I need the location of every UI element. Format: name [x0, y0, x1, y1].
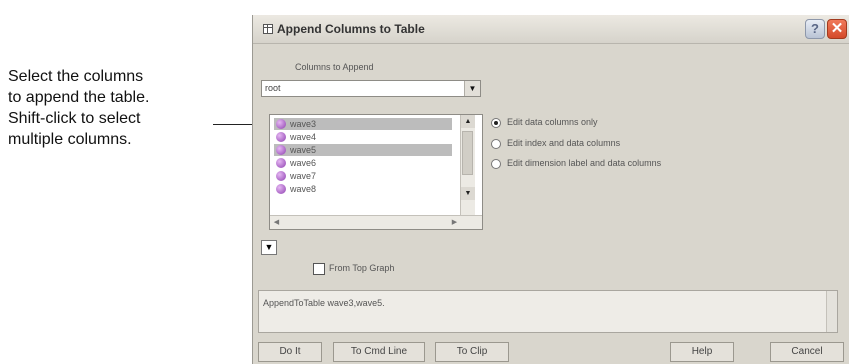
callout-line: Select the columns	[8, 68, 144, 85]
help-button[interactable]: Help	[670, 342, 734, 362]
title-bar[interactable]: Append Columns to Table ? ✕	[253, 15, 849, 44]
data-folder-select[interactable]: root ▼	[261, 80, 481, 97]
callout-line: multiple columns.	[8, 131, 132, 148]
wave-label: wave8	[290, 184, 317, 194]
wave-label: wave4	[290, 132, 317, 142]
wave-label: wave7	[290, 171, 317, 181]
wave-icon	[276, 132, 286, 142]
wave-label: wave6	[290, 158, 317, 168]
append-columns-dialog: Append Columns to Table ? ✕ Columns to A…	[252, 15, 849, 364]
wave-icon	[276, 184, 286, 194]
from-top-graph-checkbox[interactable]	[313, 263, 325, 275]
radio-label: Edit index and data columns	[507, 138, 621, 148]
columns-to-append-label: Columns to Append	[295, 62, 374, 72]
radio-button[interactable]	[491, 159, 501, 169]
from-top-graph-label: From Top Graph	[329, 263, 395, 273]
wave-icon	[276, 158, 286, 168]
callout-text: Select the columns to append the table. …	[8, 66, 208, 150]
to-cmd-line-button[interactable]: To Cmd Line	[333, 342, 425, 362]
command-preview[interactable]: AppendToTable wave3,wave5.	[258, 290, 838, 333]
list-item[interactable]: wave7	[274, 170, 452, 182]
do-it-button[interactable]: Do It	[258, 342, 322, 362]
expand-arrow-icon[interactable]: ▼	[261, 240, 277, 255]
question-icon[interactable]: ?	[805, 19, 825, 39]
chevron-down-icon[interactable]: ▼	[464, 81, 480, 96]
scroll-down-arrow-icon[interactable]: ▼	[461, 187, 475, 200]
radio-button[interactable]	[491, 139, 501, 149]
close-icon[interactable]: ✕	[827, 19, 847, 39]
scroll-left-arrow-icon[interactable]: ◀	[270, 216, 283, 229]
list-horizontal-scrollbar[interactable]: ◀ ▶	[270, 215, 482, 229]
cancel-button[interactable]: Cancel	[770, 342, 844, 362]
list-item[interactable]: wave6	[274, 157, 452, 169]
radio-label: Edit dimension label and data columns	[507, 158, 662, 168]
callout-line: to append the table.	[8, 89, 150, 106]
list-item[interactable]: wave4	[274, 131, 452, 143]
radio-label: Edit data columns only	[507, 117, 598, 127]
scroll-thumb[interactable]	[462, 131, 473, 175]
data-folder-value: root	[265, 83, 281, 93]
list-vertical-scrollbar[interactable]: ▲ ▼	[460, 115, 475, 215]
radio-button[interactable]	[491, 118, 501, 128]
wave-icon	[276, 171, 286, 181]
scroll-up-arrow-icon[interactable]: ▲	[461, 115, 475, 128]
to-clip-button[interactable]: To Clip	[435, 342, 509, 362]
list-item[interactable]: wave8	[274, 183, 452, 195]
wave-label: wave3	[290, 119, 317, 129]
dialog-title: Append Columns to Table	[277, 22, 425, 36]
wave-label: wave5	[290, 145, 317, 155]
wave-icon	[276, 119, 286, 129]
list-item[interactable]: wave3	[274, 118, 452, 130]
command-text: AppendToTable wave3,wave5.	[263, 298, 385, 308]
list-item[interactable]: wave5	[274, 144, 452, 156]
wave-icon	[276, 145, 286, 155]
table-icon	[263, 24, 273, 34]
scroll-right-arrow-icon[interactable]: ▶	[448, 216, 461, 229]
command-scrollbar[interactable]	[826, 291, 837, 332]
callout-line: Shift-click to select	[8, 110, 141, 127]
wave-list[interactable]: wave3 wave4 wave5 wave6 wave7 wave8 ▲ ▼	[269, 114, 483, 230]
